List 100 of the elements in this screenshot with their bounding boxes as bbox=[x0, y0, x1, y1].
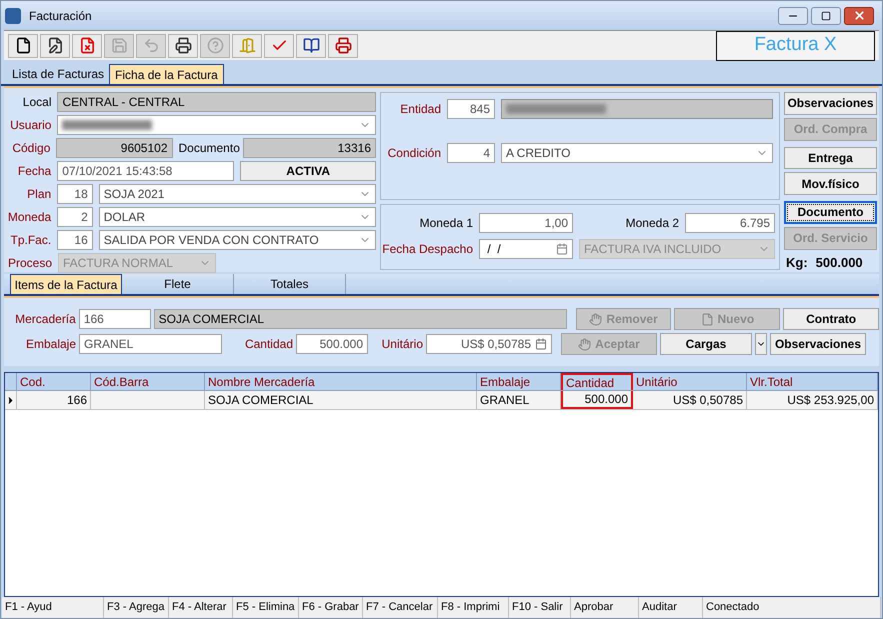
column-header[interactable]: Vlr.Total bbox=[747, 373, 878, 390]
printer-icon bbox=[174, 37, 192, 54]
column-header[interactable]: Cód.Barra bbox=[91, 373, 205, 390]
dropdown-field[interactable]: DOLAR bbox=[98, 207, 376, 227]
input-field[interactable]: 2 bbox=[57, 207, 93, 227]
column-header[interactable]: Embalaje bbox=[477, 373, 561, 390]
field-label: Código bbox=[11, 140, 50, 157]
action-button[interactable]: Observaciones bbox=[770, 333, 866, 355]
status-bar-item: F6 - Grabar bbox=[299, 597, 363, 618]
close-button[interactable] bbox=[844, 6, 874, 24]
field-label: Cantidad bbox=[244, 336, 293, 353]
tab[interactable]: Totales bbox=[234, 274, 346, 294]
field-label: Unitário bbox=[380, 336, 423, 353]
entity-name-field[interactable] bbox=[501, 99, 773, 119]
help-icon bbox=[206, 37, 224, 54]
tab[interactable]: Lista de Facturas bbox=[7, 64, 110, 84]
input-field[interactable]: CENTRAL - CENTRAL bbox=[57, 92, 376, 112]
field-label: Mercadería bbox=[14, 311, 76, 328]
page-icon bbox=[700, 312, 714, 326]
input-field[interactable]: 13316 bbox=[242, 138, 376, 158]
field-label: Moneda 2 bbox=[624, 215, 679, 232]
column-header[interactable]: Nombre Mercadería bbox=[205, 373, 477, 390]
app-icon bbox=[5, 8, 21, 24]
dropdown-field[interactable]: SOJA 2021 bbox=[98, 184, 376, 204]
undo-icon bbox=[142, 37, 160, 54]
tab[interactable]: Flete bbox=[122, 274, 234, 294]
input-field[interactable]: 6.795 bbox=[685, 213, 775, 233]
status-bar-item: F10 - Salir bbox=[509, 597, 571, 618]
hand-icon bbox=[589, 312, 602, 326]
status-bar-item: F3 - Agrega bbox=[104, 597, 169, 618]
door-icon bbox=[238, 37, 256, 54]
table-cell: US$ 253.925,00 bbox=[747, 391, 878, 409]
field-label: Fecha Despacho bbox=[381, 241, 473, 258]
input-field[interactable]: 18 bbox=[57, 184, 93, 204]
toolbar-button[interactable] bbox=[168, 34, 198, 58]
field-label: Moneda 1 bbox=[418, 215, 473, 232]
side-button[interactable]: Documento bbox=[784, 201, 877, 224]
field-label: Entidad bbox=[399, 101, 441, 118]
table-cell: US$ 0,50785 bbox=[633, 391, 747, 409]
book-icon bbox=[302, 37, 320, 54]
input-field[interactable]: 500.000 bbox=[296, 334, 368, 354]
table-cell: 166 bbox=[17, 391, 91, 409]
table-cell: GRANEL bbox=[477, 391, 561, 409]
toolbar-button[interactable] bbox=[8, 34, 38, 58]
field-label: Local bbox=[22, 94, 52, 111]
input-field[interactable]: 1,00 bbox=[479, 213, 573, 233]
column-header[interactable]: Unitário bbox=[633, 373, 747, 390]
toolbar-button[interactable] bbox=[40, 34, 70, 58]
save-icon bbox=[110, 37, 128, 54]
printer-icon bbox=[334, 37, 352, 54]
field-label: Embalaje bbox=[24, 336, 76, 353]
date-field[interactable]: / / bbox=[479, 239, 573, 259]
input-field[interactable]: 16 bbox=[57, 230, 93, 250]
close-icon bbox=[852, 9, 866, 22]
input-field[interactable]: 9605102 bbox=[56, 138, 172, 158]
column-header[interactable]: Cod. bbox=[17, 373, 91, 390]
weight-label: Kg: bbox=[786, 254, 808, 272]
side-button[interactable]: Observaciones bbox=[784, 92, 877, 115]
delete-page-icon bbox=[78, 37, 96, 54]
input-field[interactable]: 4 bbox=[447, 143, 495, 163]
dropdown-button[interactable] bbox=[755, 333, 767, 355]
maximize-icon bbox=[821, 10, 831, 20]
dropdown-field[interactable]: A CREDITO bbox=[501, 143, 773, 163]
page-icon bbox=[14, 37, 32, 54]
status-bar-item: F7 - Cancelar bbox=[363, 597, 438, 618]
field-label: Moneda bbox=[6, 209, 52, 226]
price-field[interactable]: US$ 0,50785 bbox=[426, 334, 552, 354]
status-label: ACTIVA bbox=[240, 161, 376, 181]
maximize-button[interactable] bbox=[811, 6, 841, 24]
status-bar-item: F8 - Imprimi bbox=[438, 597, 509, 618]
status-bar-item: F4 - Alterar bbox=[169, 597, 233, 618]
input-field[interactable]: GRANEL bbox=[79, 334, 222, 354]
input-field[interactable]: 166 bbox=[78, 309, 151, 329]
weight-value: 500.000 bbox=[816, 254, 863, 272]
toolbar-button[interactable] bbox=[296, 34, 326, 58]
status-bar-item: F5 - Elimina bbox=[233, 597, 299, 618]
window-title: Facturación bbox=[29, 8, 93, 24]
status-bar-item: F1 - Ayud bbox=[2, 597, 104, 618]
input-field[interactable]: 845 bbox=[447, 99, 495, 119]
side-button[interactable]: Entrega bbox=[784, 146, 877, 170]
edit-page-icon bbox=[46, 37, 64, 54]
tab[interactable]: Items de la Factura bbox=[10, 274, 122, 294]
dropdown-field[interactable] bbox=[57, 115, 376, 135]
action-button[interactable]: Cargas bbox=[660, 333, 752, 355]
logo: Factura X bbox=[716, 30, 875, 60]
status-bar-item: Conectado bbox=[703, 597, 881, 618]
dropdown-field[interactable]: SALIDA POR VENDA CON CONTRATO bbox=[98, 230, 376, 250]
tab[interactable]: Ficha de la Factura bbox=[109, 64, 224, 84]
field-label: Plan bbox=[26, 186, 52, 203]
field-label: Tp.Fac. bbox=[10, 232, 52, 249]
side-button[interactable]: Mov.físico bbox=[784, 172, 877, 195]
input-field[interactable]: 07/10/2021 15:43:58 bbox=[57, 161, 234, 181]
table-row[interactable]: 166 SOJA COMERCIAL GRANEL 500.000 US$ 0,50785 US$ 253.925,00 bbox=[5, 391, 878, 410]
input-field[interactable]: SOJA COMERCIAL bbox=[154, 309, 567, 329]
status-bar-item: Aprobar bbox=[571, 597, 639, 618]
table-cell: 500.000 bbox=[561, 391, 633, 409]
action-button[interactable]: Contrato bbox=[783, 308, 880, 330]
field-label: Proceso bbox=[6, 255, 52, 272]
table-cell: SOJA COMERCIAL bbox=[205, 391, 477, 409]
field-label: Fecha bbox=[16, 163, 52, 180]
